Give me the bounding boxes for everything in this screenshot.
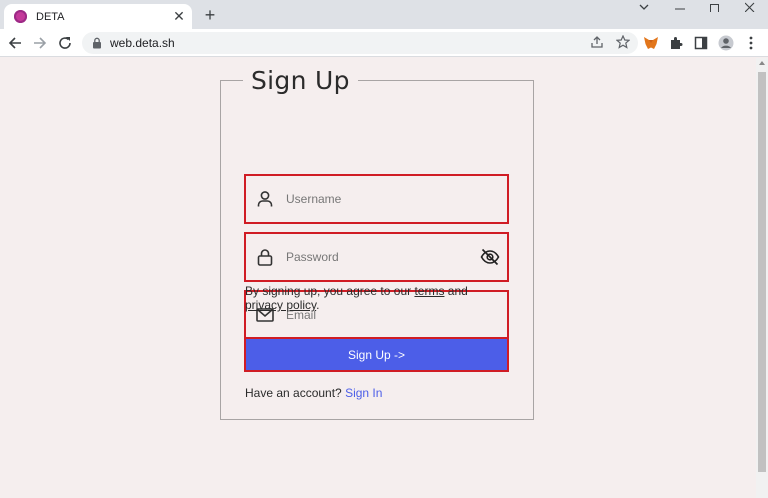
back-icon[interactable] xyxy=(6,34,24,52)
sign-in-link[interactable]: Sign In xyxy=(345,386,382,400)
minimize-icon[interactable] xyxy=(662,0,698,14)
user-icon xyxy=(255,189,275,209)
eye-off-icon[interactable] xyxy=(479,246,501,268)
have-account-label: Have an account? xyxy=(245,386,346,400)
new-tab-button[interactable]: + xyxy=(200,6,220,24)
lock-icon xyxy=(255,247,275,267)
sign-up-button[interactable]: Sign Up -> xyxy=(244,337,509,372)
profile-icon[interactable] xyxy=(717,34,735,52)
username-field[interactable] xyxy=(244,174,509,224)
terms-and: and xyxy=(444,284,468,298)
scrollbar-thumb[interactable] xyxy=(758,72,766,472)
tab-strip: DETA ✕ + xyxy=(0,0,768,29)
password-field[interactable] xyxy=(244,232,509,282)
scroll-up-icon[interactable] xyxy=(759,61,765,65)
extensions-icon[interactable] xyxy=(667,34,685,52)
address-bar[interactable]: web.deta.sh xyxy=(82,32,638,54)
metamask-icon[interactable] xyxy=(642,34,660,52)
browser-tab[interactable]: DETA ✕ xyxy=(4,4,192,29)
terms-link[interactable]: terms xyxy=(414,284,444,298)
url-text: web.deta.sh xyxy=(110,36,175,50)
maximize-icon[interactable] xyxy=(697,0,733,14)
terms-suffix: . xyxy=(316,298,320,312)
menu-icon[interactable] xyxy=(742,34,760,52)
share-icon[interactable] xyxy=(590,35,604,54)
reload-icon[interactable] xyxy=(56,34,74,52)
terms-notice: By signing up, you agree to our terms an… xyxy=(245,284,505,312)
browser-toolbar: web.deta.sh xyxy=(0,29,768,57)
terms-prefix: By signing up, you agree to our xyxy=(245,284,415,298)
signup-title: Sign Up xyxy=(251,66,350,95)
side-panel-icon[interactable] xyxy=(692,34,710,52)
password-input[interactable] xyxy=(286,250,479,264)
tab-close-icon[interactable]: ✕ xyxy=(170,8,188,26)
tab-search-icon[interactable] xyxy=(626,0,662,14)
lock-icon[interactable] xyxy=(92,37,102,49)
username-input[interactable] xyxy=(286,192,507,206)
have-account-text: Have an account? Sign In xyxy=(245,386,382,400)
close-window-icon[interactable] xyxy=(732,0,768,14)
privacy-policy-link[interactable]: privacy policy xyxy=(245,298,316,312)
page-scrollbar[interactable] xyxy=(756,58,768,498)
deta-favicon-icon xyxy=(14,10,27,23)
tab-title: DETA xyxy=(36,10,65,23)
forward-icon[interactable] xyxy=(31,34,49,52)
star-icon[interactable] xyxy=(615,34,631,54)
